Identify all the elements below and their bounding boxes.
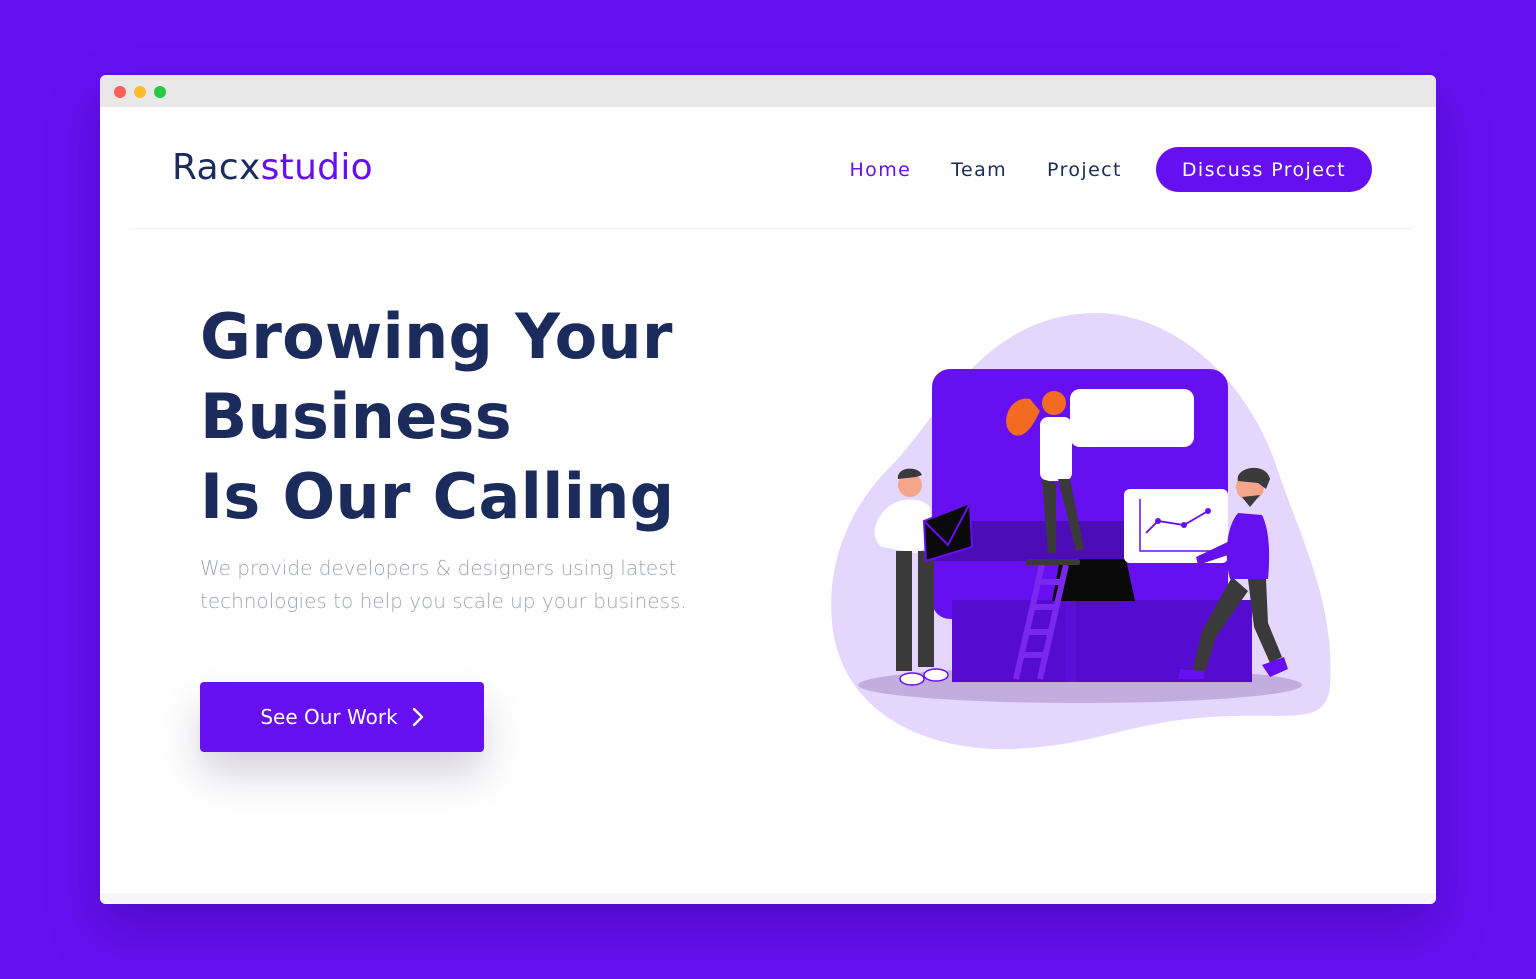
logo-accent: studio bbox=[260, 147, 373, 188]
browser-window: Racxstudio Home Team Project Discuss Pro… bbox=[100, 75, 1436, 904]
hero-subtitle: We provide developers & designers using … bbox=[200, 556, 687, 613]
minimize-dot[interactable] bbox=[134, 86, 146, 98]
hero-title-line-2: Business bbox=[200, 380, 512, 453]
browser-titlebar bbox=[100, 75, 1436, 107]
see-our-work-button[interactable]: See Our Work bbox=[200, 682, 484, 752]
discuss-project-button[interactable]: Discuss Project bbox=[1155, 147, 1372, 192]
team-working-illustration bbox=[831, 312, 1331, 749]
logo[interactable]: Racxstudio bbox=[172, 147, 373, 188]
see-our-work-label: See Our Work bbox=[260, 705, 398, 729]
hero-title: Growing Your Business Is Our Calling bbox=[200, 297, 674, 537]
maximize-dot[interactable] bbox=[154, 86, 166, 98]
nav-links: Home Team Project Discuss Project bbox=[810, 147, 1372, 192]
chevron-right-icon bbox=[412, 707, 424, 727]
ladder-top bbox=[1026, 559, 1080, 565]
navbar-divider bbox=[130, 228, 1412, 229]
nav-item-home[interactable]: Home bbox=[850, 159, 912, 181]
close-dot[interactable] bbox=[114, 86, 126, 98]
hero-title-line-1: Growing Your bbox=[200, 300, 673, 373]
bottom-strip bbox=[100, 893, 1436, 904]
nav-item-team[interactable]: Team bbox=[951, 159, 1007, 181]
nav-item-project[interactable]: Project bbox=[1047, 159, 1122, 181]
navbar: Racxstudio Home Team Project Discuss Pro… bbox=[100, 107, 1436, 229]
hero-title-line-3: Is Our Calling bbox=[200, 460, 675, 533]
logo-main: Racx bbox=[172, 147, 261, 188]
